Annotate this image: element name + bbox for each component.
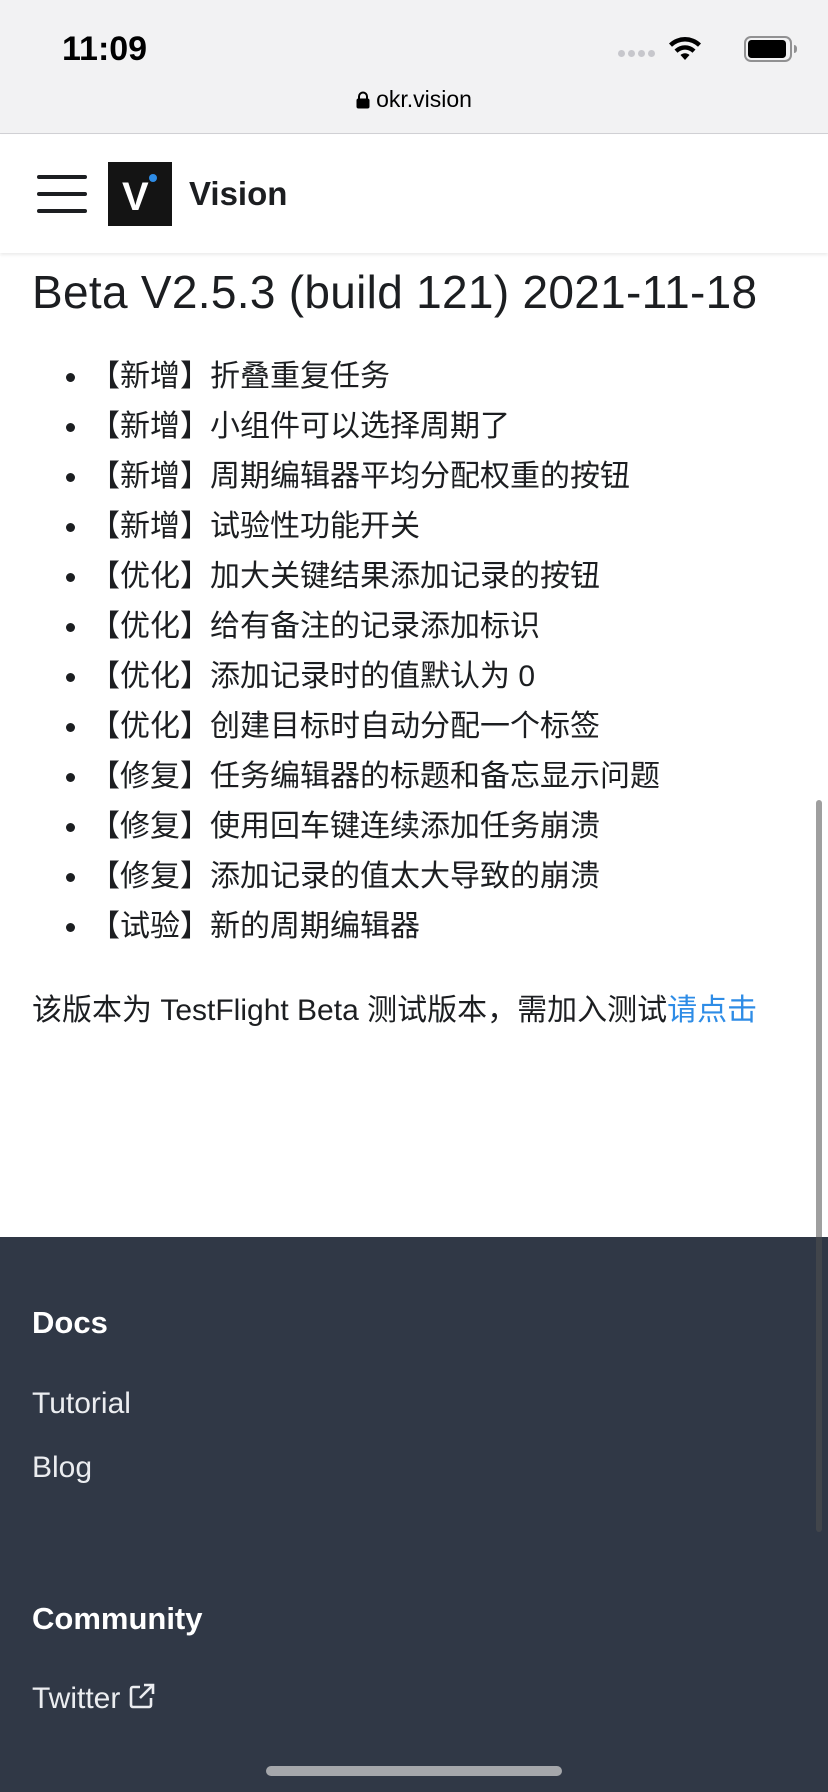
footer-community-title: Community [32,1601,203,1636]
change-text: 小组件可以选择周期了 [210,410,510,443]
battery-icon [744,36,797,62]
footer-link-tutorial[interactable]: Tutorial [32,1387,131,1421]
logo-letter: V [122,175,149,219]
release-title: Beta V2.5.3 (build 121) 2021-11-18 [32,266,758,318]
change-list: 【新增】折叠重复任务 【新增】小组件可以选择周期了 【新增】周期编辑器平均分配权… [32,352,792,952]
page: 11:09 okr.vision V Vision Beta V2.5.3 (b… [0,0,828,1792]
list-item: 【新增】试验性功能开关 [66,502,792,552]
list-item: 【试验】新的周期编辑器 [66,902,792,952]
page-scrollbar[interactable] [816,800,822,1532]
change-text: 添加记录的值太大导致的崩溃 [210,860,600,893]
change-tag: 【优化】 [90,560,210,593]
list-item: 【新增】周期编辑器平均分配权重的按钮 [66,452,792,502]
hamburger-menu-icon[interactable] [37,175,87,213]
logo-mark-icon: V [122,174,157,219]
change-text: 给有备注的记录添加标识 [210,610,540,643]
list-item: 【新增】折叠重复任务 [66,352,792,402]
change-tag: 【修复】 [90,860,210,893]
testflight-join-link[interactable]: 请点击 [667,994,757,1027]
list-item: 【优化】创建目标时自动分配一个标签 [66,702,792,752]
list-item: 【修复】使用回车键连续添加任务崩溃 [66,802,792,852]
url-text: okr.vision [376,86,472,112]
external-link-icon [130,1683,155,1709]
change-tag: 【优化】 [90,710,210,743]
twitter-link-label: Twitter [32,1682,121,1715]
wifi-icon [669,37,701,60]
change-text: 新的周期编辑器 [210,910,420,943]
status-time: 11:09 [62,30,148,68]
change-tag: 【优化】 [90,610,210,643]
change-tag: 【修复】 [90,760,210,793]
change-tag: 【新增】 [90,410,210,443]
list-item: 【优化】给有备注的记录添加标识 [66,602,792,652]
list-item: 【新增】小组件可以选择周期了 [66,402,792,452]
change-text: 添加记录时的值默认为 0 [210,660,536,693]
status-icons [598,34,798,64]
list-item: 【修复】添加记录的值太大导致的崩溃 [66,852,792,902]
change-tag: 【修复】 [90,810,210,843]
change-tag: 【新增】 [90,510,210,543]
navbar: V Vision [0,135,828,253]
change-text: 使用回车键连续添加任务崩溃 [210,810,600,843]
list-item: 【修复】任务编辑器的标题和备忘显示问题 [66,752,792,802]
vision-logo[interactable]: V [108,162,172,226]
change-text: 试验性功能开关 [210,510,420,543]
note-text: 该版本为 TestFlight Beta 测试版本，需加入测试 [32,994,668,1027]
url-bar[interactable]: okr.vision [0,86,828,113]
browser-status-bar: 11:09 okr.vision [0,0,828,134]
list-item: 【优化】添加记录时的值默认为 0 [66,652,792,702]
change-text: 加大关键结果添加记录的按钮 [210,560,600,593]
change-tag: 【新增】 [90,460,210,493]
brand-name[interactable]: Vision [189,175,287,213]
change-text: 折叠重复任务 [210,360,390,393]
list-item: 【优化】加大关键结果添加记录的按钮 [66,552,792,602]
release-notes: Beta V2.5.3 (build 121) 2021-11-18 【新增】折… [32,262,792,1036]
lock-icon [356,91,370,109]
footer: Docs Tutorial Blog Community Twitter [0,1237,828,1792]
footer-docs-title: Docs [32,1305,108,1340]
change-text: 任务编辑器的标题和备忘显示问题 [210,760,660,793]
testflight-note: 该版本为 TestFlight Beta 测试版本，需加入测试请点击 [32,986,797,1036]
cellular-signal-icon [618,50,658,58]
home-indicator[interactable] [266,1766,562,1776]
footer-link-twitter[interactable]: Twitter [32,1682,156,1716]
change-tag: 【新增】 [90,360,210,393]
change-tag: 【试验】 [90,910,210,943]
change-text: 周期编辑器平均分配权重的按钮 [210,460,630,493]
change-text: 创建目标时自动分配一个标签 [210,710,600,743]
footer-link-blog[interactable]: Blog [32,1451,92,1485]
change-tag: 【优化】 [90,660,210,693]
